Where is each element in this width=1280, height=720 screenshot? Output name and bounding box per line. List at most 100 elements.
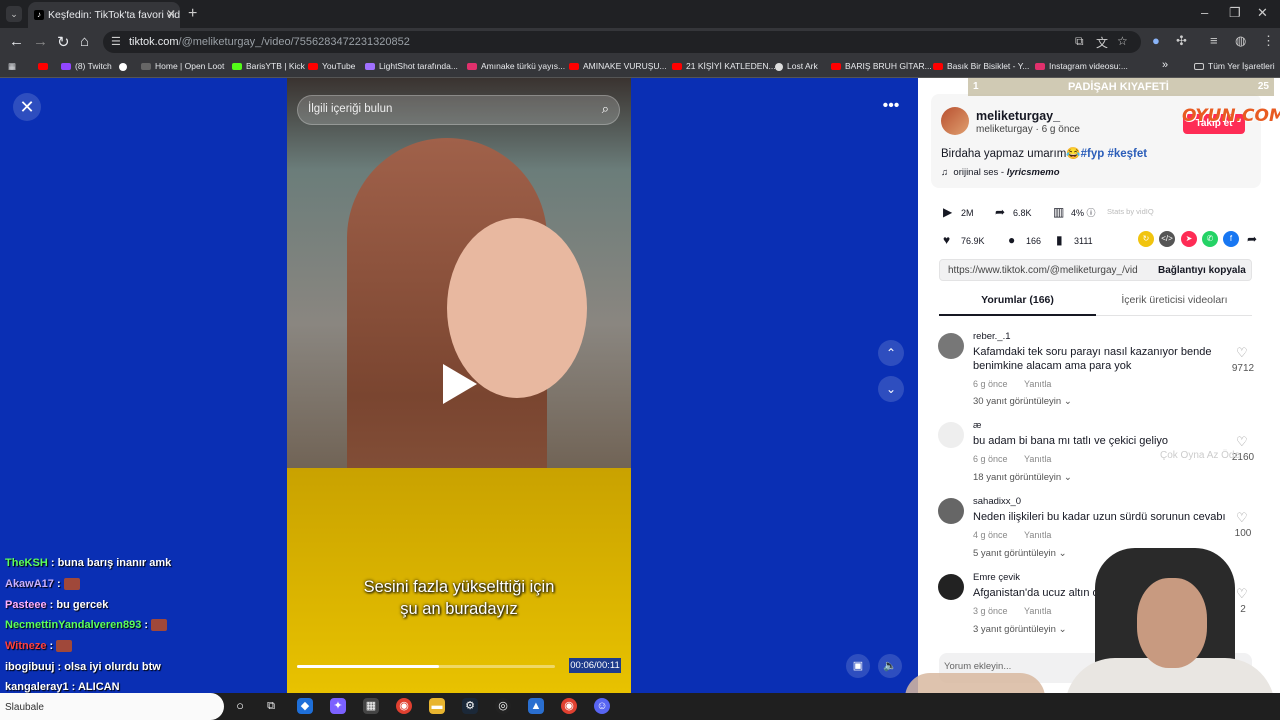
hashtag-kesfet[interactable]: #keşfet xyxy=(1107,148,1147,160)
commenter-avatar[interactable] xyxy=(938,422,964,448)
reload-icon[interactable]: ↻ xyxy=(57,33,70,51)
commenter-avatar[interactable] xyxy=(938,333,964,359)
share-more-icon[interactable]: ➦ xyxy=(1244,231,1260,247)
bookmark-item[interactable]: Lost Ark xyxy=(775,61,818,71)
reply-button[interactable]: Yanıtla xyxy=(1024,454,1051,464)
bookmark-item[interactable]: Instagram videosu:... xyxy=(1035,61,1128,71)
bookmark-item[interactable]: Home | Open Loot xyxy=(141,61,224,71)
restore-icon[interactable]: ❐ xyxy=(1229,5,1241,21)
bookmark-item[interactable]: Amınake türkü yayıs... xyxy=(467,61,565,71)
store-icon[interactable]: ▦ xyxy=(363,698,379,714)
extensions-puzzle-icon[interactable]: ✣ xyxy=(1176,33,1187,49)
whatsapp-icon[interactable]: ✆ xyxy=(1202,231,1218,247)
comment-input-placeholder: Yorum ekleyin... xyxy=(944,661,1012,672)
next-video-chevron-down-icon[interactable]: ⌄ xyxy=(878,376,904,402)
tab-comments[interactable]: Yorumlar (166) xyxy=(939,290,1096,316)
bookmark-item[interactable]: 21 KİŞİYİ KATLEDEN... xyxy=(672,61,776,71)
bookmark-item[interactable]: YouTube xyxy=(308,61,355,71)
address-bar[interactable]: ☰ tiktok.com/@meliketurgay_/video/755628… xyxy=(103,31,1141,53)
file-explorer-icon[interactable]: ▬ xyxy=(429,698,445,714)
new-tab-icon[interactable]: + xyxy=(188,5,197,23)
task-view-icon[interactable]: ⧉ xyxy=(263,698,279,714)
menu-icon[interactable]: ⋮ xyxy=(1262,33,1275,49)
comment-username[interactable]: sahadixx_0 xyxy=(973,496,1021,507)
forward-icon[interactable]: → xyxy=(33,33,48,50)
save-button[interactable]: ▮ 3111 xyxy=(1056,233,1093,247)
bookmarks-overflow-icon[interactable]: » xyxy=(1162,59,1168,71)
bookmark-item[interactable]: AMINAKE VURUŞU... xyxy=(569,61,667,71)
apps-grid-icon[interactable]: ▦ xyxy=(8,61,16,72)
translate-icon[interactable]: 文 xyxy=(1096,34,1108,51)
info-icon[interactable]: ⓘ xyxy=(1087,208,1096,218)
comment-button[interactable]: ● 166 xyxy=(1008,233,1041,247)
avatar[interactable] xyxy=(941,107,969,135)
video-player[interactable]: İlgili içeriği bulun ⌕ Sesini fazla yüks… xyxy=(287,78,631,693)
copy-link-button[interactable]: Bağlantıyı kopyala xyxy=(1158,265,1246,276)
extension-icon[interactable]: ● xyxy=(1152,33,1160,48)
more-options-icon[interactable]: ••• xyxy=(878,95,904,121)
likes-count: 76.9K xyxy=(961,236,985,246)
media-icon[interactable]: ≡ xyxy=(1210,33,1218,48)
comment-heart-icon[interactable]: ♡ xyxy=(1236,510,1248,526)
discord-icon[interactable]: ☺ xyxy=(594,698,610,714)
author-username[interactable]: meliketurgay_ xyxy=(976,109,1060,123)
app-icon[interactable]: ▲ xyxy=(528,698,544,714)
app-icon[interactable]: ◆ xyxy=(297,698,313,714)
bookmark-item[interactable] xyxy=(119,61,131,71)
profile-icon[interactable]: ◍ xyxy=(1235,33,1246,49)
obs-icon[interactable]: ◎ xyxy=(495,698,511,714)
home-icon[interactable]: ⌂ xyxy=(80,33,89,50)
steam-icon[interactable]: ⚙ xyxy=(462,698,478,714)
commenter-avatar[interactable] xyxy=(938,498,964,524)
taskbar-search[interactable]: Slaubale xyxy=(0,693,224,720)
bookmark-label: Home | Open Loot xyxy=(155,61,225,71)
chrome-icon[interactable]: ◉ xyxy=(561,698,577,714)
bookmark-item[interactable]: BarisYTB | Kick xyxy=(232,61,305,71)
comment-heart-icon[interactable]: ♡ xyxy=(1236,345,1248,361)
play-icon[interactable] xyxy=(443,364,477,404)
bookmark-item[interactable]: LightShot tarafında... xyxy=(365,61,458,71)
cortana-icon[interactable]: ○ xyxy=(232,698,248,714)
browser-tab-tiktok[interactable]: ♪ Keşfedin: TikTok'ta favori videoları xyxy=(28,2,180,28)
search-icon[interactable]: ⌕ xyxy=(602,101,609,117)
copilot-icon[interactable]: ✦ xyxy=(330,698,346,714)
video-progress-bar[interactable] xyxy=(297,665,555,668)
comment-heart-icon[interactable]: ♡ xyxy=(1236,434,1248,450)
tab-creator-videos[interactable]: İçerik üreticisi videoları xyxy=(1096,290,1253,316)
bookmark-item[interactable]: Basık Bir Bisiklet - Y... xyxy=(933,61,1029,71)
view-replies-button[interactable]: 18 yanıt görüntüleyin ⌄ xyxy=(973,472,1072,483)
bookmark-item[interactable] xyxy=(38,61,52,71)
bookmark-star-icon[interactable]: ☆ xyxy=(1117,34,1128,48)
commenter-avatar[interactable] xyxy=(938,574,964,600)
reply-button[interactable]: Yanıtla xyxy=(1024,379,1051,389)
send-icon[interactable]: ➤ xyxy=(1181,231,1197,247)
like-button[interactable]: ♥ 76.9K xyxy=(943,233,985,247)
facebook-icon[interactable]: f xyxy=(1223,231,1239,247)
music-info[interactable]: ♫ orijinal ses - lyricsmemo xyxy=(941,167,1060,178)
reply-button[interactable]: Yanıtla xyxy=(1024,530,1051,540)
repost-icon[interactable]: ↻ xyxy=(1138,231,1154,247)
hashtag-fyp[interactable]: #fyp xyxy=(1081,148,1105,160)
comment-username[interactable]: reber._.1 xyxy=(973,331,1011,342)
comment-username[interactable]: Emre çevik xyxy=(973,572,1020,583)
volume-icon[interactable]: 🔈 xyxy=(878,654,902,678)
close-video-button[interactable]: ✕ xyxy=(13,93,41,121)
picture-in-picture-icon[interactable]: ▣ xyxy=(846,654,870,678)
site-info-icon[interactable]: ☰ xyxy=(111,35,121,48)
previous-video-chevron-up-icon[interactable]: ⌃ xyxy=(878,340,904,366)
all-bookmarks-folder[interactable]: Tüm Yer İşaretleri xyxy=(1194,61,1275,71)
view-replies-button[interactable]: 30 yanıt görüntüleyin ⌄ xyxy=(973,396,1072,407)
cast-icon[interactable]: ⧉ xyxy=(1075,34,1084,49)
bookmark-item[interactable]: BARIŞ BRUH GİTAR... xyxy=(831,61,932,71)
related-search-bar[interactable]: İlgili içeriği bulun ⌕ xyxy=(297,95,620,125)
minimize-icon[interactable]: – xyxy=(1201,5,1208,20)
embed-icon[interactable]: </> xyxy=(1159,231,1175,247)
tab-close-icon[interactable]: ✕ xyxy=(166,7,176,21)
bookmark-item[interactable]: (8) Twitch xyxy=(61,61,112,71)
chrome-icon[interactable]: ◉ xyxy=(396,698,412,714)
comment-username[interactable]: æ xyxy=(973,420,981,431)
share-link-text[interactable]: https://www.tiktok.com/@meliketurgay_/vi… xyxy=(948,265,1138,276)
window-close-icon[interactable]: ✕ xyxy=(1257,5,1268,21)
back-icon[interactable]: ← xyxy=(9,33,24,50)
tab-search-dropdown-icon[interactable]: ⌄ xyxy=(6,6,22,22)
